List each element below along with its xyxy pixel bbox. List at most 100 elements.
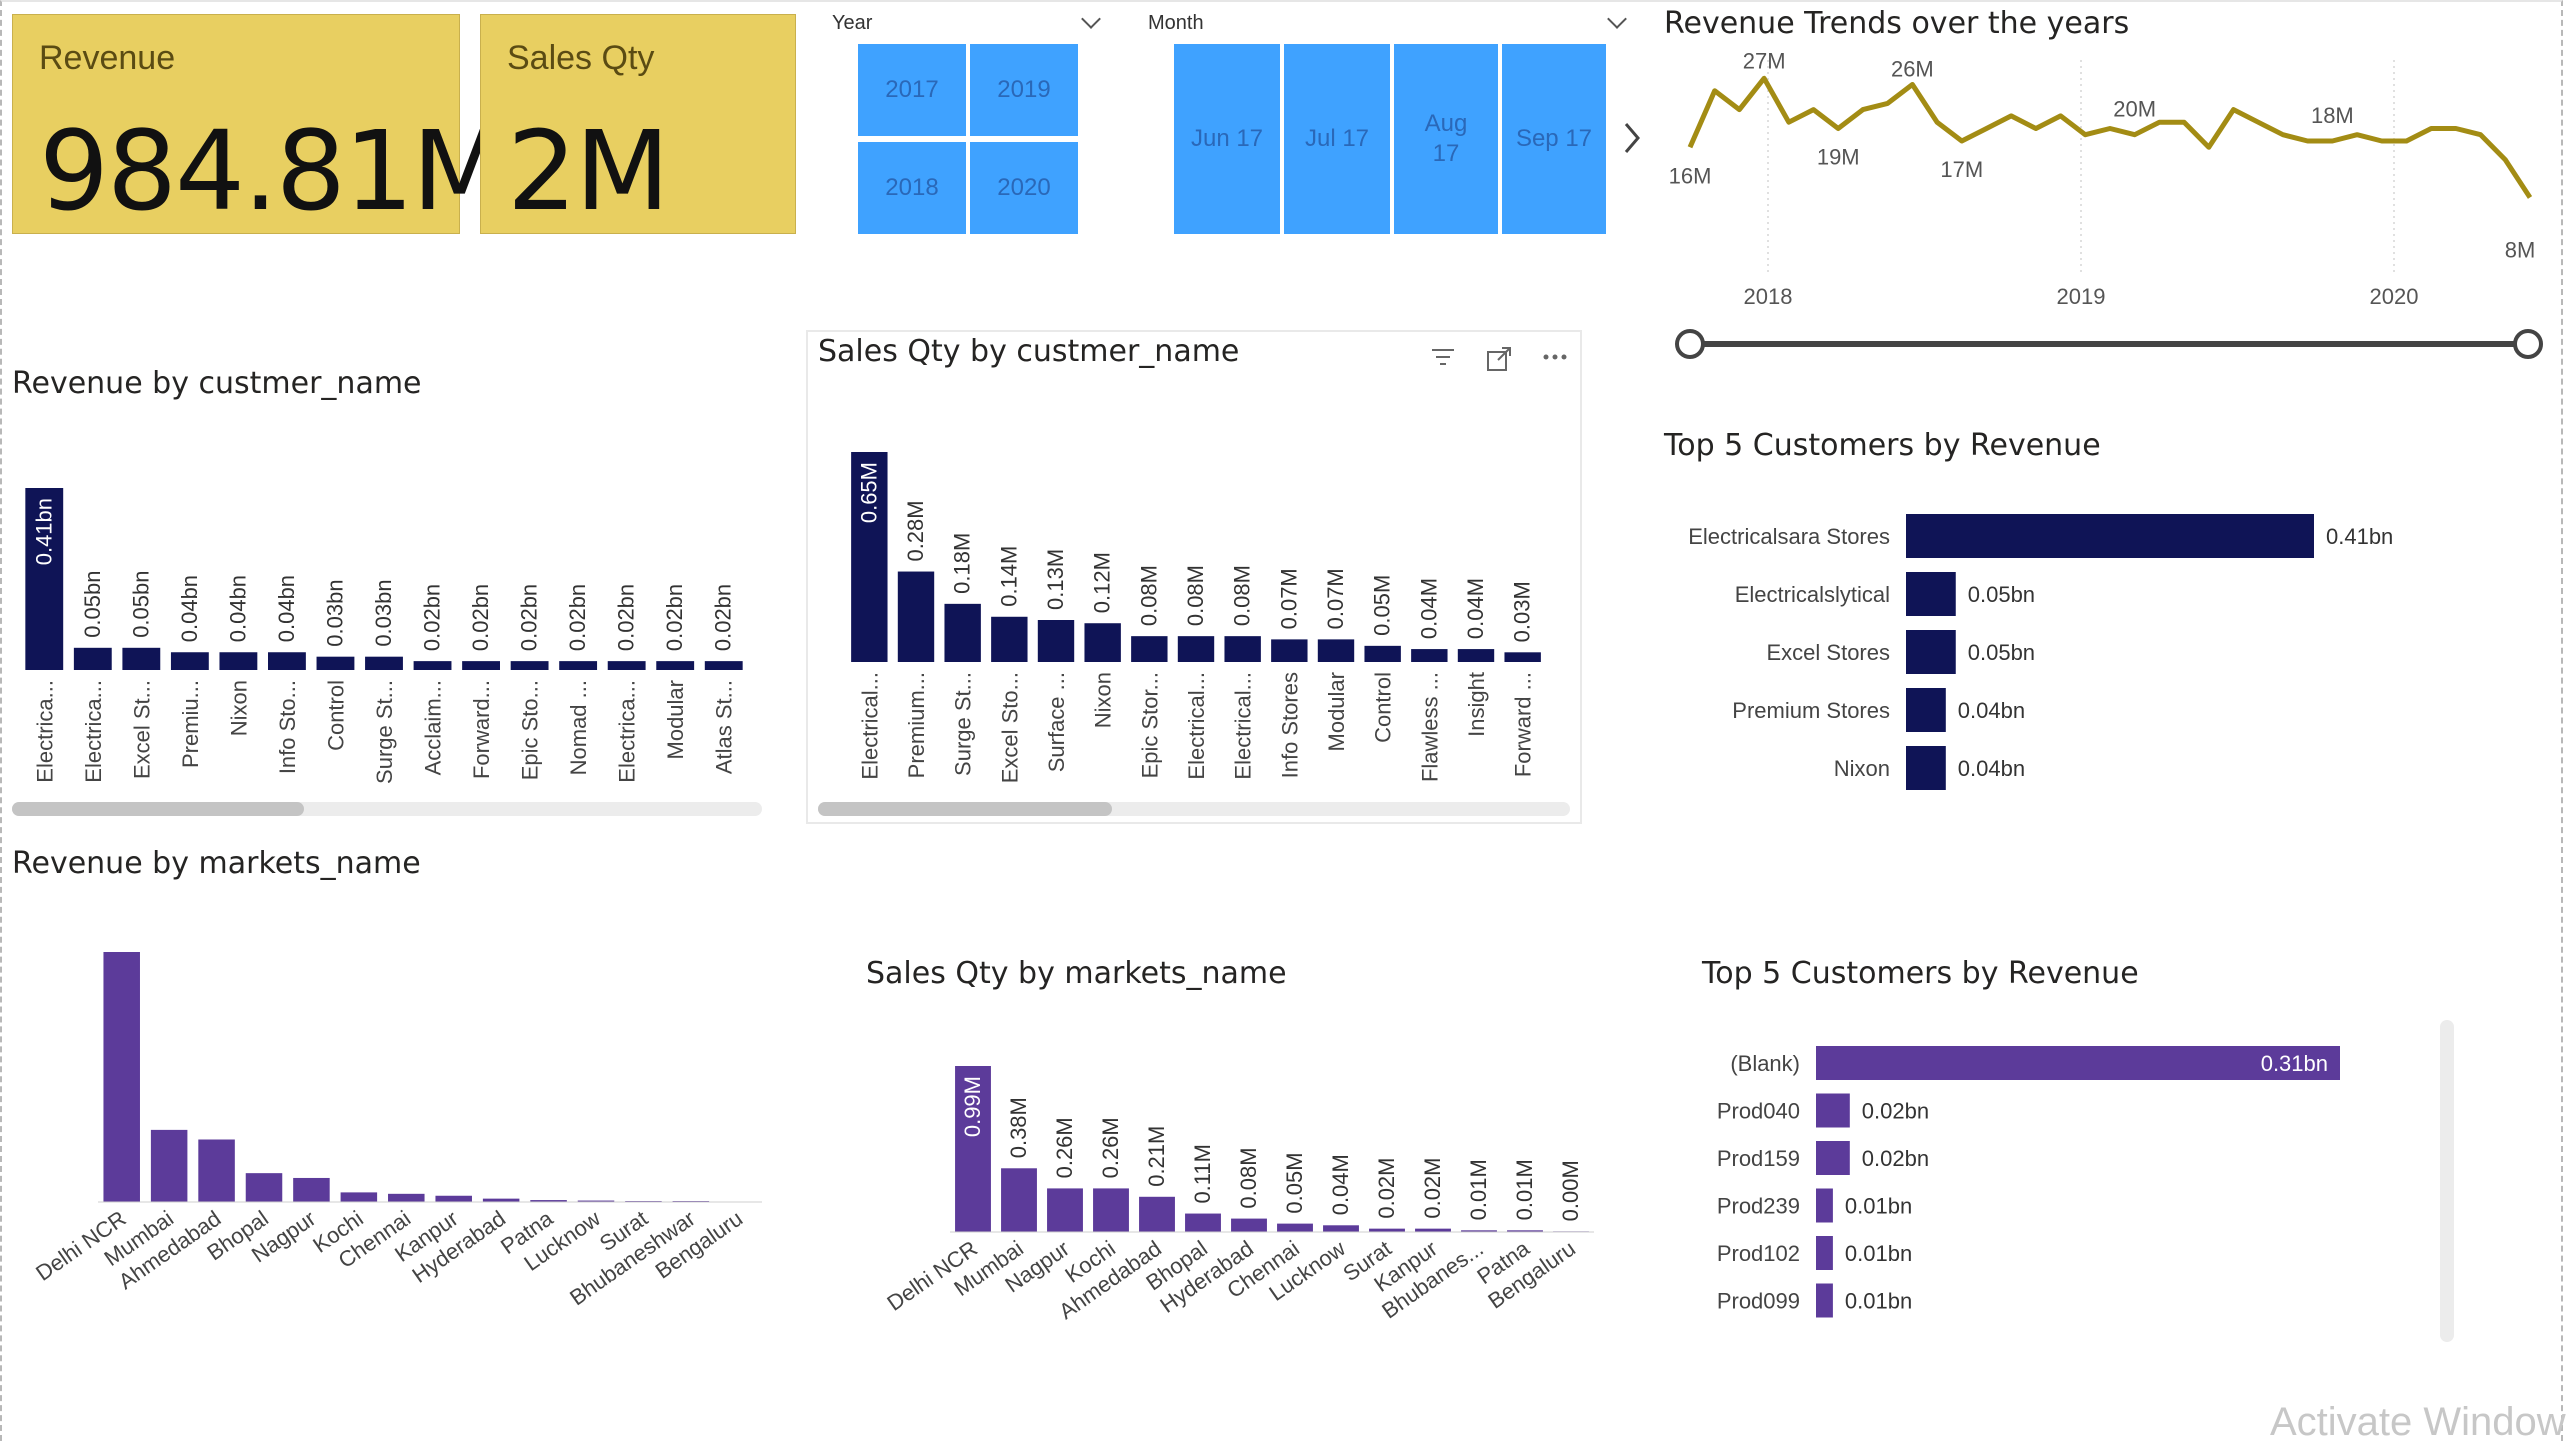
bar[interactable]	[1816, 1236, 1833, 1270]
bar[interactable]	[511, 661, 549, 670]
bar[interactable]	[944, 604, 980, 662]
bar[interactable]	[462, 661, 500, 670]
bar[interactable]	[1231, 1219, 1267, 1232]
x-tick-label: 2020	[2370, 284, 2419, 309]
bar[interactable]	[1323, 1225, 1359, 1232]
bar[interactable]	[1906, 746, 1946, 790]
month-tile-sep-17[interactable]: Sep 17	[1502, 44, 1606, 234]
bar[interactable]	[898, 572, 934, 662]
data-label: 16M	[1669, 163, 1712, 188]
revenue-trend-chart[interactable]: 20182019202016M27M19M26M17M20M18M8M	[1660, 50, 2560, 380]
revenue-trend-title: Revenue Trends over the years	[1664, 6, 2129, 41]
bar[interactable]	[122, 648, 160, 670]
bar[interactable]	[1411, 649, 1447, 662]
bar[interactable]	[1277, 1224, 1313, 1232]
sales-qty-by-customer-chart[interactable]: 0.65MElectrical...0.28MPremium...0.18MSu…	[840, 420, 1560, 800]
data-label: 0.41bn	[31, 498, 56, 565]
year-tile-2019[interactable]: 2019	[970, 44, 1078, 136]
scrollbar-thumb[interactable]	[818, 802, 1112, 816]
bar[interactable]	[1816, 1094, 1850, 1128]
bar[interactable]	[198, 1140, 235, 1203]
data-label: 20M	[2113, 97, 2156, 122]
bar[interactable]	[1139, 1197, 1175, 1232]
month-tile-jul-17[interactable]: Jul 17	[1284, 44, 1390, 234]
bar[interactable]	[1271, 639, 1307, 662]
bar[interactable]	[1816, 1284, 1833, 1318]
bar[interactable]	[1415, 1229, 1451, 1232]
focus-mode-icon[interactable]	[1486, 346, 1512, 372]
bar[interactable]	[1001, 1168, 1037, 1232]
bar[interactable]	[103, 952, 140, 1202]
bar[interactable]	[1458, 649, 1494, 662]
bar[interactable]	[1816, 1141, 1850, 1175]
revenue-by-customer-chart[interactable]: 0.41bnElectrica...0.05bnElectrica...0.05…	[10, 470, 770, 800]
bar[interactable]	[414, 661, 452, 670]
bar[interactable]	[151, 1130, 188, 1202]
filter-icon[interactable]	[1430, 346, 1456, 368]
sales-qty-card[interactable]: Sales Qty 2M	[480, 14, 796, 234]
bar[interactable]	[1906, 514, 2314, 558]
month-tile-aug-17[interactable]: Aug 17	[1394, 44, 1498, 234]
month-tile-jun-17[interactable]: Jun 17	[1174, 44, 1280, 234]
bar[interactable]	[1369, 1229, 1405, 1232]
bar[interactable]	[1906, 688, 1946, 732]
bar[interactable]	[656, 661, 694, 670]
bar[interactable]	[268, 652, 306, 670]
bar[interactable]	[435, 1196, 472, 1202]
bar[interactable]	[1906, 572, 1956, 616]
year-tile-2020[interactable]: 2020	[970, 142, 1078, 234]
revenue-card[interactable]: Revenue 984.81M	[12, 14, 460, 234]
bar[interactable]	[559, 661, 597, 670]
bar[interactable]	[246, 1173, 283, 1202]
chevron-right-icon[interactable]	[1620, 120, 1644, 156]
bar[interactable]	[1504, 652, 1540, 662]
bar[interactable]	[608, 661, 646, 670]
bar[interactable]	[1318, 639, 1354, 662]
year-tile-2018[interactable]: 2018	[858, 142, 966, 234]
bar[interactable]	[341, 1192, 378, 1202]
bar[interactable]	[365, 657, 403, 670]
bar[interactable]	[219, 652, 257, 670]
year-tile-2017[interactable]: 2017	[858, 44, 966, 136]
scrollbar-thumb[interactable]	[12, 802, 304, 816]
revenue-by-market-chart[interactable]: Delhi NCRMumbaiAhmedabadBhopalNagpurKoch…	[10, 930, 790, 1310]
bar[interactable]	[1364, 646, 1400, 662]
bar[interactable]	[1906, 630, 1956, 674]
bar[interactable]	[1816, 1189, 1833, 1223]
bar[interactable]	[1038, 620, 1074, 662]
bar[interactable]	[1178, 636, 1214, 662]
category-label: Electrica...	[81, 680, 106, 783]
bar[interactable]	[1084, 623, 1120, 662]
bar[interactable]	[317, 657, 355, 670]
category-label: Prod040	[1717, 1099, 1800, 1124]
bar[interactable]	[991, 617, 1027, 662]
bar[interactable]	[388, 1194, 425, 1202]
top5-products-chart[interactable]: (Blank)0.31bnProd0400.02bnProd1590.02bnP…	[1700, 1030, 2460, 1330]
chevron-down-icon[interactable]	[1081, 9, 1101, 29]
bar[interactable]	[293, 1178, 330, 1202]
bar[interactable]	[705, 661, 743, 670]
more-options-icon[interactable]	[1542, 352, 1568, 362]
bar[interactable]	[1047, 1188, 1083, 1232]
bar[interactable]	[74, 648, 112, 670]
data-label: 0.02bn	[1862, 1099, 1929, 1124]
bar[interactable]	[483, 1199, 520, 1202]
slider-handle-start[interactable]	[1677, 331, 1703, 357]
category-label: Electrica...	[615, 680, 640, 783]
bar[interactable]	[1185, 1214, 1221, 1232]
sales-qty-by-market-chart[interactable]: 0.99MDelhi NCR0.38MMumbai0.26MNagpur0.26…	[860, 1040, 1620, 1340]
bar[interactable]	[1093, 1188, 1129, 1232]
chevron-down-icon[interactable]	[1607, 9, 1627, 29]
horizontal-scrollbar[interactable]	[818, 802, 1570, 816]
horizontal-scrollbar[interactable]	[12, 802, 762, 816]
bar[interactable]	[1131, 636, 1167, 662]
category-label: Excel Sto...	[997, 672, 1022, 783]
top5-customers-chart[interactable]: Electricalsara Stores0.41bnElectricalsly…	[1660, 500, 2560, 810]
bar[interactable]	[171, 652, 209, 670]
vertical-scrollbar[interactable]	[2440, 1020, 2454, 1342]
bar[interactable]	[1224, 636, 1260, 662]
revenue-by-market-title: Revenue by markets_name	[12, 846, 421, 881]
data-label: 0.08M	[1183, 565, 1208, 626]
slider-handle-end[interactable]	[2515, 331, 2541, 357]
revenue-line[interactable]	[1690, 78, 2530, 197]
